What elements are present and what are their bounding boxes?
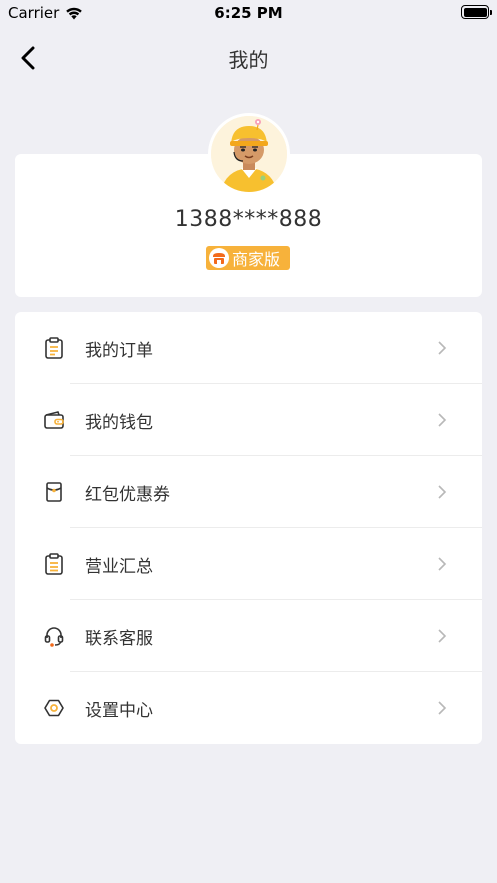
menu-item-my-wallet[interactable]: 我的钱包	[15, 384, 482, 456]
menu-item-customer-service[interactable]: 联系客服	[15, 600, 482, 672]
chevron-right-icon	[438, 629, 447, 643]
menu-item-label: 设置中心	[85, 701, 153, 721]
merchant-version-badge: 商家版	[206, 246, 290, 270]
menu-item-label: 我的订单	[85, 341, 153, 361]
wallet-icon	[44, 411, 64, 429]
menu-item-label: 我的钱包	[85, 413, 153, 433]
menu-item-label: 营业汇总	[85, 557, 153, 577]
status-time: 6:25 PM	[214, 4, 283, 22]
menu-item-settings[interactable]: 设置中心	[15, 672, 482, 744]
merchant-badge-label: 商家版	[232, 250, 281, 269]
headset-icon	[44, 627, 64, 647]
menu-item-coupons[interactable]: 红包优惠券	[15, 456, 482, 528]
chevron-right-icon	[438, 413, 447, 427]
clipboard-icon	[45, 337, 63, 359]
battery-icon	[461, 5, 492, 19]
user-phone-number: 1388****888	[174, 207, 323, 232]
nav-bar: 我的	[0, 26, 497, 90]
report-icon	[45, 553, 63, 575]
chevron-right-icon	[438, 701, 447, 715]
menu-item-business-summary[interactable]: 营业汇总	[15, 528, 482, 600]
avatar[interactable]	[208, 113, 290, 195]
menu-item-my-orders[interactable]: 我的订单	[15, 312, 482, 384]
menu-list: 我的订单 我的钱包 红包优惠券 营业汇总 联系客服 设置中心	[15, 312, 482, 744]
chevron-right-icon	[438, 557, 447, 571]
menu-item-label: 红包优惠券	[85, 485, 170, 505]
delivery-person-avatar-icon	[211, 116, 287, 192]
page-title: 我的	[228, 48, 269, 72]
chevron-right-icon	[438, 341, 447, 355]
chevron-right-icon	[438, 485, 447, 499]
settings-icon	[44, 699, 64, 717]
red-envelope-icon	[46, 482, 62, 502]
status-bar: Carrier 6:25 PM	[0, 0, 497, 26]
store-icon	[209, 248, 229, 268]
menu-item-label: 联系客服	[85, 629, 153, 649]
